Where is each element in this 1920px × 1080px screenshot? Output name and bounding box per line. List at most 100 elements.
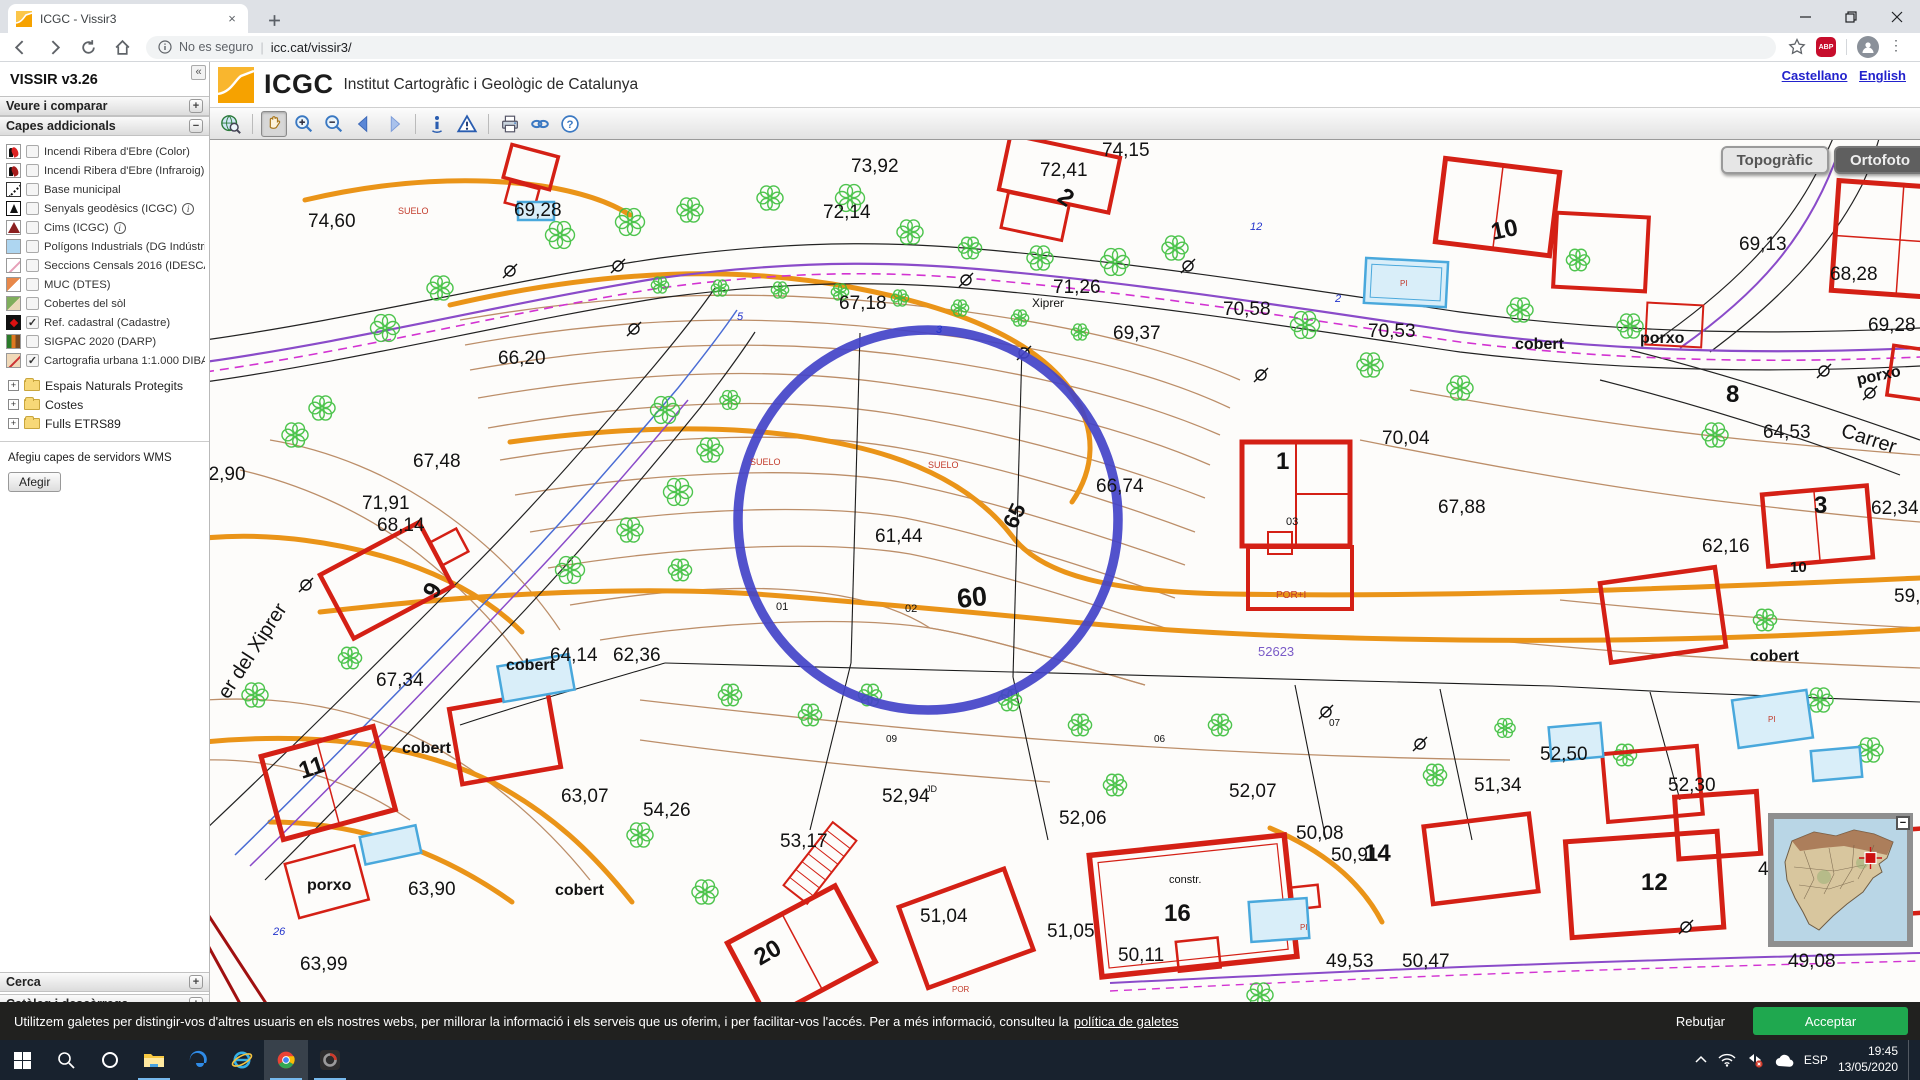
layer-checkbox[interactable] <box>26 278 39 291</box>
search-icon[interactable] <box>44 1040 88 1080</box>
section-header[interactable]: Cerca + <box>0 972 209 992</box>
layer-checkbox[interactable] <box>26 259 39 272</box>
start-button[interactable] <box>0 1040 44 1080</box>
layer-row[interactable]: Seccions Censals 2016 (IDESCAT i ICGC) <box>0 256 209 275</box>
overview-minimap[interactable]: − <box>1768 813 1913 947</box>
svg-text:61,44: 61,44 <box>875 526 923 547</box>
print-button[interactable] <box>497 111 523 137</box>
window-close-button[interactable] <box>1874 0 1920 33</box>
cookie-reject-button[interactable]: Rebutjar <box>1676 1014 1725 1029</box>
lang-castellano-link[interactable]: Castellano <box>1782 68 1848 83</box>
folder-expand-icon[interactable]: + <box>8 418 19 429</box>
zoom-in-button[interactable] <box>291 111 317 137</box>
tab-close-icon[interactable]: × <box>224 11 240 26</box>
map-viewport[interactable]: 74,1573,9272,4172,1474,6069,2871,2667,18… <box>210 140 1920 1040</box>
back-button[interactable] <box>6 35 34 59</box>
new-tab-button[interactable] <box>262 8 286 32</box>
layer-row[interactable]: Incendi Ribera d'Ebre (Color) <box>0 142 209 161</box>
topographic-style-button[interactable]: Topogràfic <box>1721 146 1829 174</box>
divider <box>488 114 489 134</box>
layer-info-icon[interactable]: i <box>182 203 194 215</box>
feature-info-button[interactable] <box>424 111 450 137</box>
layer-row[interactable]: Senyals geodèsics (ICGC) i <box>0 199 209 218</box>
layer-checkbox[interactable] <box>26 240 39 253</box>
keyboard-language[interactable]: ESP <box>1804 1053 1828 1067</box>
layer-checkbox[interactable] <box>26 183 39 196</box>
sidebar-collapse-button[interactable]: « <box>191 65 206 80</box>
cortana-icon[interactable] <box>88 1040 132 1080</box>
layer-checkbox[interactable] <box>26 221 39 234</box>
home-button[interactable] <box>108 35 136 59</box>
help-button[interactable]: ? <box>557 111 583 137</box>
reload-button[interactable] <box>74 35 102 59</box>
map-canvas[interactable]: 74,1573,9272,4172,1474,6069,2871,2667,18… <box>210 140 1920 1040</box>
layer-checkbox[interactable] <box>26 145 39 158</box>
previous-view-button[interactable] <box>351 111 377 137</box>
divider <box>1846 39 1847 55</box>
layer-info-icon[interactable]: i <box>114 222 126 234</box>
layer-checkbox[interactable] <box>26 335 39 348</box>
media-app-icon[interactable] <box>308 1040 352 1080</box>
layer-checkbox[interactable] <box>26 202 39 215</box>
layer-checkbox[interactable]: ✓ <box>26 354 39 367</box>
chrome-icon[interactable] <box>264 1040 308 1080</box>
window-minimize-button[interactable] <box>1782 0 1828 33</box>
section-toggle-button[interactable]: + <box>189 975 203 989</box>
folder-icon <box>24 380 40 391</box>
browser-menu-icon[interactable]: ⋮ <box>1889 43 1903 51</box>
layer-row[interactable]: Cobertes del sòl <box>0 294 209 313</box>
add-wms-button[interactable]: Afegir <box>8 472 61 492</box>
layer-row[interactable]: MUC (DTES) <box>0 275 209 294</box>
internet-explorer-icon[interactable] <box>220 1040 264 1080</box>
folder-expand-icon[interactable]: + <box>8 399 19 410</box>
window-restore-button[interactable] <box>1828 0 1874 33</box>
folder-row[interactable]: + Espais Naturals Protegits <box>2 376 209 395</box>
layer-row[interactable]: Polígons Industrials (DG Indústria) <box>0 237 209 256</box>
layer-row[interactable]: Incendi Ribera d'Ebre (Infraroig) <box>0 161 209 180</box>
show-desktop-button[interactable] <box>1908 1040 1912 1080</box>
zoom-out-button[interactable] <box>321 111 347 137</box>
layer-row[interactable]: ✓ Ref. cadastral (Cadastre) <box>0 313 209 332</box>
folder-row[interactable]: + Fulls ETRS89 <box>2 414 209 433</box>
section-header[interactable]: Veure i comparar + <box>0 96 209 116</box>
bookmark-star-icon[interactable] <box>1788 38 1806 56</box>
layer-row[interactable]: SIGPAC 2020 (DARP) <box>0 332 209 351</box>
wifi-icon[interactable] <box>1718 1053 1736 1067</box>
file-explorer-icon[interactable] <box>132 1040 176 1080</box>
pan-hand-button[interactable] <box>261 111 287 137</box>
section-toggle-button[interactable]: − <box>189 119 203 133</box>
edge-icon[interactable] <box>176 1040 220 1080</box>
adblock-extension-icon[interactable]: ABP <box>1816 37 1836 57</box>
zoom-extent-button[interactable] <box>218 111 244 137</box>
forward-button[interactable] <box>40 35 68 59</box>
layer-row[interactable]: ✓ Cartografia urbana 1:1.000 DIBA <box>0 351 209 370</box>
sync-error-icon[interactable] <box>1746 1052 1764 1068</box>
layer-checkbox[interactable]: ✓ <box>26 316 39 329</box>
layer-checkbox[interactable] <box>26 297 39 310</box>
layer-row[interactable]: Base municipal <box>0 180 209 199</box>
layer-row[interactable]: Cims (ICGC) i <box>0 218 209 237</box>
svg-text:70,04: 70,04 <box>1382 428 1430 449</box>
share-link-button[interactable] <box>527 111 553 137</box>
layer-checkbox[interactable] <box>26 164 39 177</box>
onedrive-cloud-icon[interactable] <box>1774 1054 1794 1067</box>
next-view-button[interactable] <box>381 111 407 137</box>
section-toggle-button[interactable]: + <box>189 99 203 113</box>
warning-button[interactable] <box>454 111 480 137</box>
taskbar-clock[interactable]: 19:45 13/05/2020 <box>1838 1044 1898 1075</box>
orthophoto-style-button[interactable]: Ortofoto <box>1834 146 1920 174</box>
url-bar[interactable]: No es seguro | icc.cat/vissir3/ <box>146 36 1776 59</box>
lang-english-link[interactable]: English <box>1859 68 1906 83</box>
minimap-minimize-button[interactable]: − <box>1896 816 1910 830</box>
info-icon[interactable] <box>158 40 172 54</box>
cookie-accept-button[interactable]: Acceptar <box>1753 1007 1908 1035</box>
folder-row[interactable]: + Costes <box>2 395 209 414</box>
org-acronym: ICGC <box>264 69 334 100</box>
tray-expand-icon[interactable] <box>1694 1055 1708 1065</box>
cookie-policy-link[interactable]: política de galetes <box>1074 1014 1179 1029</box>
browser-tab[interactable]: ICGC - Vissir3 × <box>8 4 248 33</box>
url-text: icc.cat/vissir3/ <box>271 40 352 55</box>
profile-avatar[interactable] <box>1857 36 1879 58</box>
section-header[interactable]: Capes addicionals − <box>0 116 209 136</box>
folder-expand-icon[interactable]: + <box>8 380 19 391</box>
